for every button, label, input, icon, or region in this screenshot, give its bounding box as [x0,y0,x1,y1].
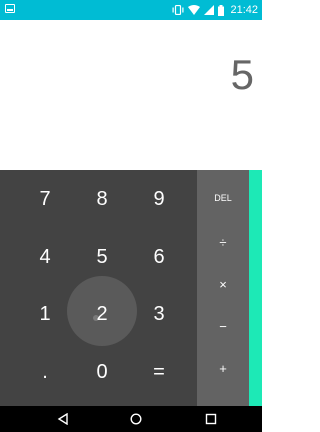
number-keypad: 7 8 9 4 5 6 1 2 3. 0 = [0,170,197,406]
calculator-display: 5 [0,20,262,170]
system-icons: 21:42 [172,0,258,20]
key-4[interactable]: 4 [16,228,74,286]
advanced-panel-handle[interactable] [249,170,262,406]
vibrate-icon [172,5,184,15]
key-1[interactable]: 1 [16,285,74,343]
status-bar: 21:42 [0,0,262,20]
key-3[interactable]: 3 [130,285,188,343]
key-5[interactable]: 5 [73,228,131,286]
plus-button[interactable]: + [197,340,249,396]
operator-panel: DEL ÷ × − + [197,170,249,406]
key-decimal[interactable]: . [16,343,74,401]
wifi-icon [188,5,201,15]
status-clock: 21:42 [230,4,258,16]
signal-icon [204,5,215,15]
key-0[interactable]: 0 [73,343,131,401]
notification-icon [5,4,15,13]
key-7[interactable]: 7 [16,170,74,228]
key-8[interactable]: 8 [73,170,131,228]
key-9[interactable]: 9 [130,170,188,228]
key-2[interactable]: 2 [73,285,131,343]
home-icon[interactable] [129,412,143,426]
key-6[interactable]: 6 [130,228,188,286]
key-equals[interactable]: = [130,343,188,401]
recents-icon[interactable] [204,412,218,426]
navigation-bar [0,406,262,432]
result-text: 5 [230,51,254,98]
battery-icon [218,4,225,16]
back-icon[interactable] [56,412,70,426]
